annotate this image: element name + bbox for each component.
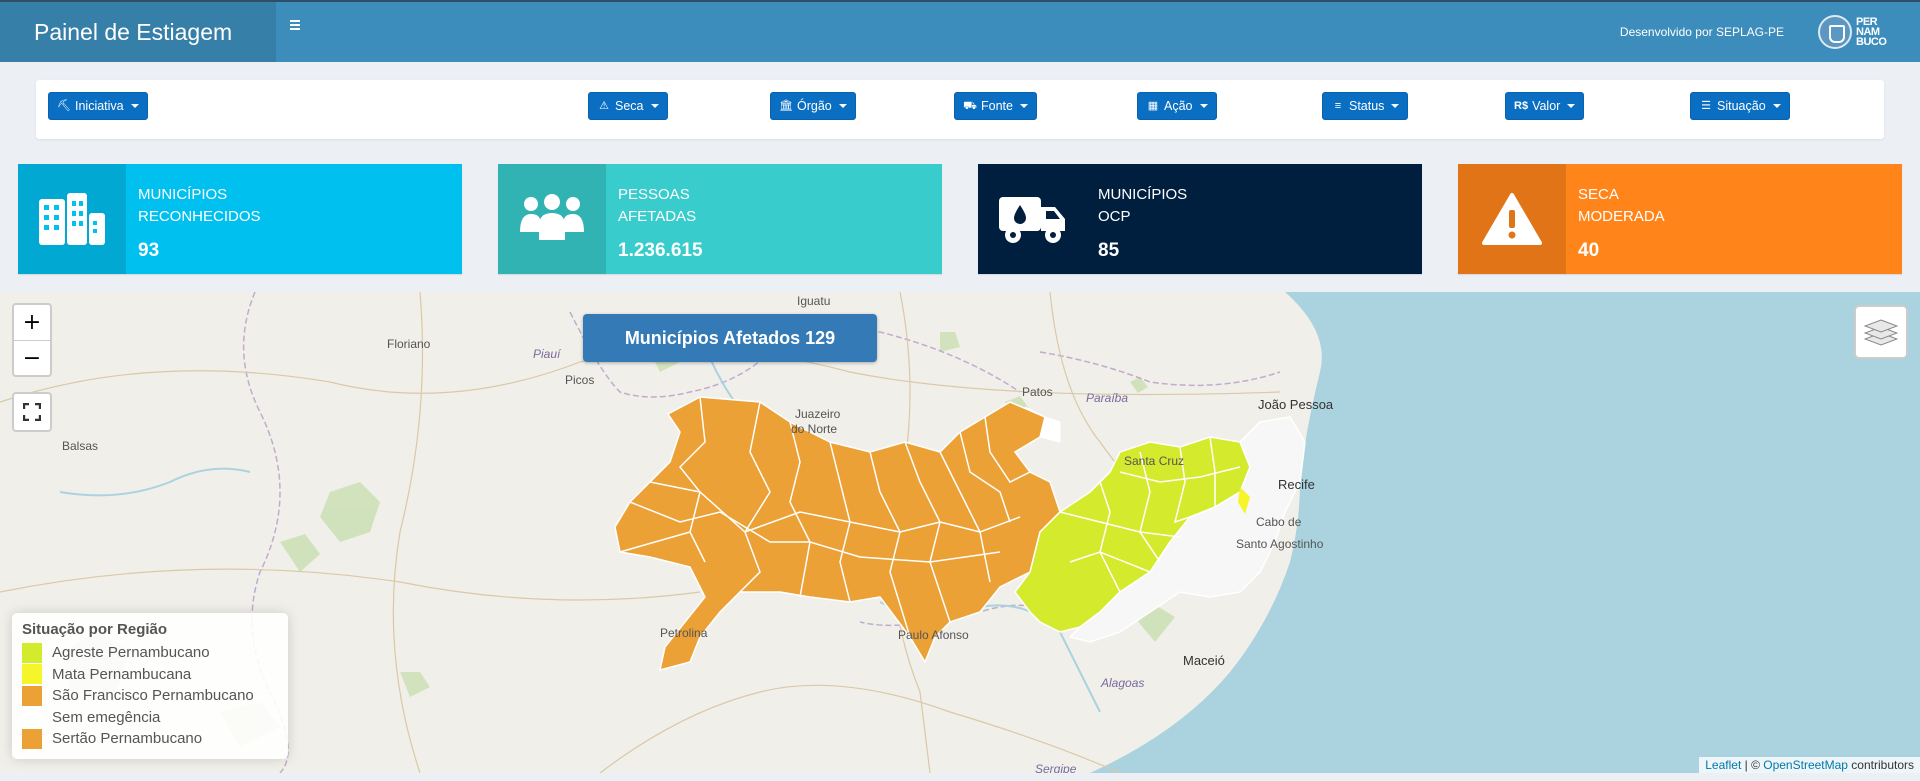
fullscreen-button[interactable] xyxy=(12,392,52,432)
sidebar-toggle-icon[interactable] xyxy=(290,18,310,38)
card-label: RECONHECIDOS xyxy=(138,208,261,225)
caret-down-icon xyxy=(1019,104,1028,108)
leaflet-map[interactable]: Iguatu Floriano Piauí Picos Juazeiro do … xyxy=(0,292,1920,773)
caret-down-icon xyxy=(1772,104,1781,108)
filter-toolbar: ⛏ Iniciativa ⚠ Seca 🏛 Órgão ⛟ Fonte ▦ Aç… xyxy=(36,80,1884,139)
legend-swatch xyxy=(22,685,42,706)
people-group-icon xyxy=(498,164,606,274)
filter-status-button[interactable]: ≡ Status xyxy=(1322,92,1409,120)
filter-valor-button[interactable]: R$ Valor xyxy=(1505,92,1585,120)
city-icon xyxy=(18,164,126,274)
legend-item: Mata Pernambucana xyxy=(22,664,278,686)
card-label: SECA xyxy=(1578,186,1619,203)
map-label: Juazeiro xyxy=(795,407,841,421)
caret-down-icon xyxy=(1391,104,1400,108)
developer-credit: Desenvolvido por SEPLAG-PE xyxy=(1619,25,1784,39)
legend-swatch xyxy=(22,707,42,728)
caret-down-icon xyxy=(838,104,847,108)
openstreetmap-link[interactable]: OpenStreetMap xyxy=(1763,758,1848,772)
card-value: 85 xyxy=(1098,240,1120,261)
card-pessoas-afetadas: PESSOAS AFETADAS 1.236.615 xyxy=(498,164,942,274)
map-label: Floriano xyxy=(387,337,431,351)
money-icon: R$ xyxy=(1514,100,1529,112)
caret-down-icon xyxy=(1199,104,1208,108)
map-label: Alagoas xyxy=(1101,676,1145,690)
caret-down-icon xyxy=(1567,104,1576,108)
app-title[interactable]: Painel de Estiagem xyxy=(0,2,276,62)
map-label: Maceió xyxy=(1183,653,1225,668)
filter-acao-button[interactable]: ▦ Ação xyxy=(1137,92,1217,120)
legend-swatch xyxy=(22,642,42,663)
map-tiles xyxy=(0,292,1920,773)
filter-fonte-button[interactable]: ⛟ Fonte xyxy=(954,92,1037,120)
water-truck-icon xyxy=(978,164,1086,274)
map-label: do Norte xyxy=(791,422,838,436)
card-label: MUNICÍPIOS xyxy=(1098,186,1188,203)
warning-triangle-icon xyxy=(1458,164,1566,274)
filter-situacao-button[interactable]: ☰ Situação xyxy=(1690,92,1790,120)
legend-swatch xyxy=(22,728,42,749)
card-value: 40 xyxy=(1578,240,1600,261)
warning-icon: ⚠ xyxy=(599,100,609,112)
zoom-in-button[interactable]: + xyxy=(14,305,50,340)
institution-icon: 🏛 xyxy=(779,100,793,112)
pernambuco-logo: PER NAM BUCO xyxy=(1818,12,1902,52)
card-label: MUNICÍPIOS xyxy=(138,186,228,203)
truck-water-icon: ⛟ xyxy=(963,100,977,112)
zoom-control: + − xyxy=(12,303,52,377)
card-label: AFETADAS xyxy=(618,208,697,225)
legend-item: São Francisco Pernambucano xyxy=(22,685,278,707)
table-icon: ▦ xyxy=(1147,100,1159,112)
filter-orgao-button[interactable]: 🏛 Órgão xyxy=(770,92,856,120)
map-label: Iguatu xyxy=(797,294,831,308)
top-navbar: Painel de Estiagem Desenvolvido por SEPL… xyxy=(0,0,1920,62)
map-label: Cabo de xyxy=(1256,515,1302,529)
map-label: Piauí xyxy=(533,347,561,361)
map-label: Sergipe xyxy=(1035,762,1077,773)
map-label: Paulo Afonso xyxy=(898,628,969,642)
layers-icon xyxy=(1864,319,1898,346)
legend-swatch xyxy=(22,664,42,685)
card-municipios-reconhecidos: MUNICÍPIOS RECONHECIDOS 93 xyxy=(18,164,462,274)
leaflet-link[interactable]: Leaflet xyxy=(1705,758,1741,772)
card-label: MODERADA xyxy=(1578,208,1665,225)
legend-item: Sertão Pernambucano xyxy=(22,728,278,750)
card-label: OCP xyxy=(1098,208,1131,225)
expand-icon xyxy=(23,403,41,421)
legend-title: Situação por Região xyxy=(22,621,168,638)
state-seal-icon xyxy=(1818,15,1852,49)
card-seca-moderada: SECA MODERADA 40 xyxy=(1458,164,1902,274)
map-label: João Pessoa xyxy=(1258,397,1334,412)
person-digging-icon: ⛏ xyxy=(57,100,71,112)
card-value: 1.236.615 xyxy=(618,240,703,261)
legend-item: Agreste Pernambucano xyxy=(22,642,278,664)
map-label: Petrolina xyxy=(660,626,708,640)
card-value: 93 xyxy=(138,240,160,261)
card-label: PESSOAS xyxy=(618,186,690,203)
filter-iniciativa-button[interactable]: ⛏ Iniciativa xyxy=(48,92,148,120)
map-attribution: Leaflet | © OpenStreetMap contributors xyxy=(1699,757,1920,773)
map-label: Santa Cruz xyxy=(1124,454,1185,468)
layers-control-button[interactable] xyxy=(1854,305,1908,359)
bars-icon: ≡ xyxy=(1334,100,1342,112)
map-legend: Situação por Região Agreste Pernambucano… xyxy=(12,613,288,759)
list-icon: ☰ xyxy=(1701,100,1711,112)
filter-seca-button[interactable]: ⚠ Seca xyxy=(588,92,668,120)
map-label: Paraíba xyxy=(1086,391,1129,405)
map-label: Santo Agostinho xyxy=(1236,537,1324,551)
card-municipios-ocp: MUNICÍPIOS OCP 85 xyxy=(978,164,1422,274)
caret-down-icon xyxy=(650,104,659,108)
zoom-out-button[interactable]: − xyxy=(14,340,50,375)
caret-down-icon xyxy=(130,104,139,108)
map-label: Picos xyxy=(565,373,595,387)
map-label: Balsas xyxy=(62,439,99,453)
affected-municipalities-badge: Municípios Afetados 129 xyxy=(583,314,877,362)
legend-item: Sem emegência xyxy=(22,707,278,729)
map-label: Patos xyxy=(1022,385,1053,399)
map-label: Recife xyxy=(1278,477,1315,492)
